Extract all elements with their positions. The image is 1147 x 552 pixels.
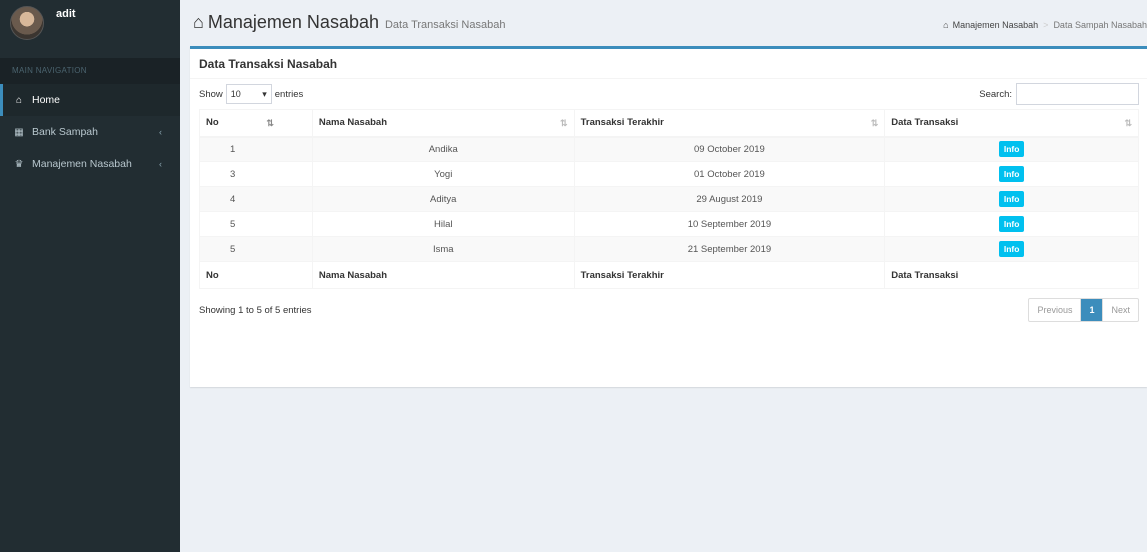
cell-no: 4 bbox=[199, 186, 313, 212]
cell-date: 29 August 2019 bbox=[573, 186, 886, 212]
info-button[interactable]: Info bbox=[998, 241, 1025, 257]
page-subtitle: Data Transaksi Nasabah bbox=[384, 19, 506, 31]
table-row: 1 Andika 09 October 2019 Info bbox=[199, 136, 1139, 162]
home-icon: ⌂ bbox=[193, 12, 204, 32]
chevron-left-icon: ‹ bbox=[159, 127, 162, 137]
cell-action: Info bbox=[884, 136, 1139, 162]
search-control: Search: bbox=[979, 83, 1139, 105]
footer-date: Transaksi Terakhir bbox=[573, 261, 886, 289]
cell-action: Info bbox=[884, 211, 1139, 237]
footer-action: Data Transaksi bbox=[884, 261, 1139, 289]
table-footer: Showing 1 to 5 of 5 entries Previous 1 N… bbox=[190, 298, 1147, 322]
sort-icon: ⇅ bbox=[560, 118, 568, 128]
page-length-control: Show 10 ▾ entries bbox=[199, 84, 303, 104]
cell-action: Info bbox=[884, 236, 1139, 262]
table-row: 5 Hilal 10 September 2019 Info bbox=[199, 211, 1139, 237]
avatar[interactable] bbox=[10, 6, 44, 40]
bank-icon: ▦ bbox=[14, 126, 24, 138]
home-icon: ⌂ bbox=[943, 20, 949, 30]
breadcrumb-current: Data Sampah Nasabah bbox=[1053, 20, 1147, 30]
data-box: Data Transaksi Nasabah Show 10 ▾ entries… bbox=[190, 46, 1147, 387]
cell-no: 5 bbox=[199, 236, 313, 262]
entries-info: Showing 1 to 5 of 5 entries bbox=[199, 304, 312, 316]
sidebar-header: MAIN NAVIGATION bbox=[0, 58, 180, 84]
column-header-no[interactable]: No ⇅ bbox=[199, 109, 313, 138]
sidebar-item-label: Bank Sampah bbox=[32, 126, 98, 138]
footer-name: Nama Nasabah bbox=[311, 261, 575, 289]
sidebar-item-home[interactable]: ⌂ Home bbox=[0, 84, 180, 116]
sort-icon: ⇅ bbox=[870, 118, 879, 128]
sidebar: adit MAIN NAVIGATION ⌂ Home ▦ Bank Sampa… bbox=[0, 0, 180, 552]
info-button[interactable]: Info bbox=[998, 216, 1025, 232]
info-button[interactable]: Info bbox=[998, 141, 1025, 158]
pagination: Previous 1 Next bbox=[1028, 298, 1139, 322]
page-length-select[interactable]: 10 ▾ bbox=[225, 84, 272, 104]
column-header-date[interactable]: Transaksi Terakhir ⇅ bbox=[573, 109, 886, 138]
search-input[interactable] bbox=[1016, 83, 1139, 105]
page-length-value: 10 bbox=[230, 89, 241, 99]
cell-date: 01 October 2019 bbox=[573, 161, 886, 187]
chevron-left-icon: ‹ bbox=[159, 159, 162, 169]
previous-button[interactable]: Previous bbox=[1029, 299, 1080, 321]
next-button[interactable]: Next bbox=[1102, 299, 1138, 321]
sidebar-item-label: Home bbox=[32, 94, 61, 106]
cell-no: 3 bbox=[199, 161, 313, 187]
column-label: Data Transaksi bbox=[891, 117, 959, 129]
box-title: Data Transaksi Nasabah bbox=[190, 49, 1147, 79]
sidebar-item-bank-sampah[interactable]: ▦ Bank Sampah ‹ bbox=[0, 116, 180, 148]
page-1-button[interactable]: 1 bbox=[1080, 299, 1103, 321]
table-controls: Show 10 ▾ entries Search: bbox=[190, 79, 1147, 109]
cell-action: Info bbox=[884, 161, 1139, 187]
sort-asc-icon: ⇅ bbox=[266, 118, 274, 128]
cell-name: Andika bbox=[311, 136, 575, 162]
cell-name: Aditya bbox=[311, 186, 575, 212]
cell-date: 09 October 2019 bbox=[573, 136, 886, 162]
column-header-action[interactable]: Data Transaksi ⇅ bbox=[884, 109, 1139, 138]
table-row: 4 Aditya 29 August 2019 Info bbox=[199, 186, 1139, 212]
table-row: 3 Yogi 01 October 2019 Info bbox=[199, 161, 1139, 187]
cell-action: Info bbox=[884, 186, 1139, 212]
content-header: ⌂ Manajemen Nasabah Data Transaksi Nasab… bbox=[180, 0, 1147, 42]
cell-date: 21 September 2019 bbox=[573, 236, 886, 262]
user-panel: adit bbox=[0, 0, 180, 58]
cell-name: Hilal bbox=[311, 211, 575, 237]
sort-icon: ⇅ bbox=[1124, 118, 1132, 128]
cell-no: 5 bbox=[199, 211, 313, 237]
cell-no: 1 bbox=[199, 136, 313, 162]
info-button[interactable]: Info bbox=[998, 191, 1025, 207]
cell-name: Isma bbox=[311, 236, 575, 262]
breadcrumb: ⌂ Manajemen Nasabah > Data Sampah Nasaba… bbox=[943, 20, 1147, 30]
cell-name: Yogi bbox=[311, 161, 575, 187]
table-row: 5 Isma 21 September 2019 Info bbox=[199, 236, 1139, 262]
caret-down-icon: ▾ bbox=[262, 88, 267, 99]
cell-date: 10 September 2019 bbox=[573, 211, 886, 237]
column-label: No bbox=[206, 117, 219, 129]
breadcrumb-separator: > bbox=[1043, 20, 1049, 30]
users-icon: ♛ bbox=[14, 158, 24, 170]
column-label: Nama Nasabah bbox=[318, 117, 388, 129]
breadcrumb-link[interactable]: Manajemen Nasabah bbox=[953, 20, 1039, 30]
page-title-text: Manajemen Nasabah bbox=[207, 12, 379, 32]
table-header-row: No ⇅ Nama Nasabah ⇅ Transaksi Terakhir ⇅… bbox=[199, 109, 1139, 138]
column-label: Transaksi Terakhir bbox=[580, 117, 664, 129]
sidebar-item-manajemen-nasabah[interactable]: ♛ Manajemen Nasabah ‹ bbox=[0, 148, 180, 180]
sidebar-item-label: Manajemen Nasabah bbox=[32, 158, 132, 170]
footer-no: No bbox=[199, 261, 313, 289]
home-icon: ⌂ bbox=[15, 94, 23, 106]
entries-label: entries bbox=[274, 88, 304, 100]
transactions-table: No ⇅ Nama Nasabah ⇅ Transaksi Terakhir ⇅… bbox=[199, 109, 1139, 289]
user-name: adit bbox=[56, 8, 76, 20]
search-label: Search: bbox=[979, 88, 1012, 100]
page-title: ⌂ Manajemen Nasabah Data Transaksi Nasab… bbox=[193, 12, 505, 33]
info-button[interactable]: Info bbox=[998, 166, 1025, 182]
column-header-name[interactable]: Nama Nasabah ⇅ bbox=[311, 109, 575, 138]
show-label: Show bbox=[199, 88, 223, 100]
table-footer-row: No Nama Nasabah Transaksi Terakhir Data … bbox=[199, 261, 1139, 289]
